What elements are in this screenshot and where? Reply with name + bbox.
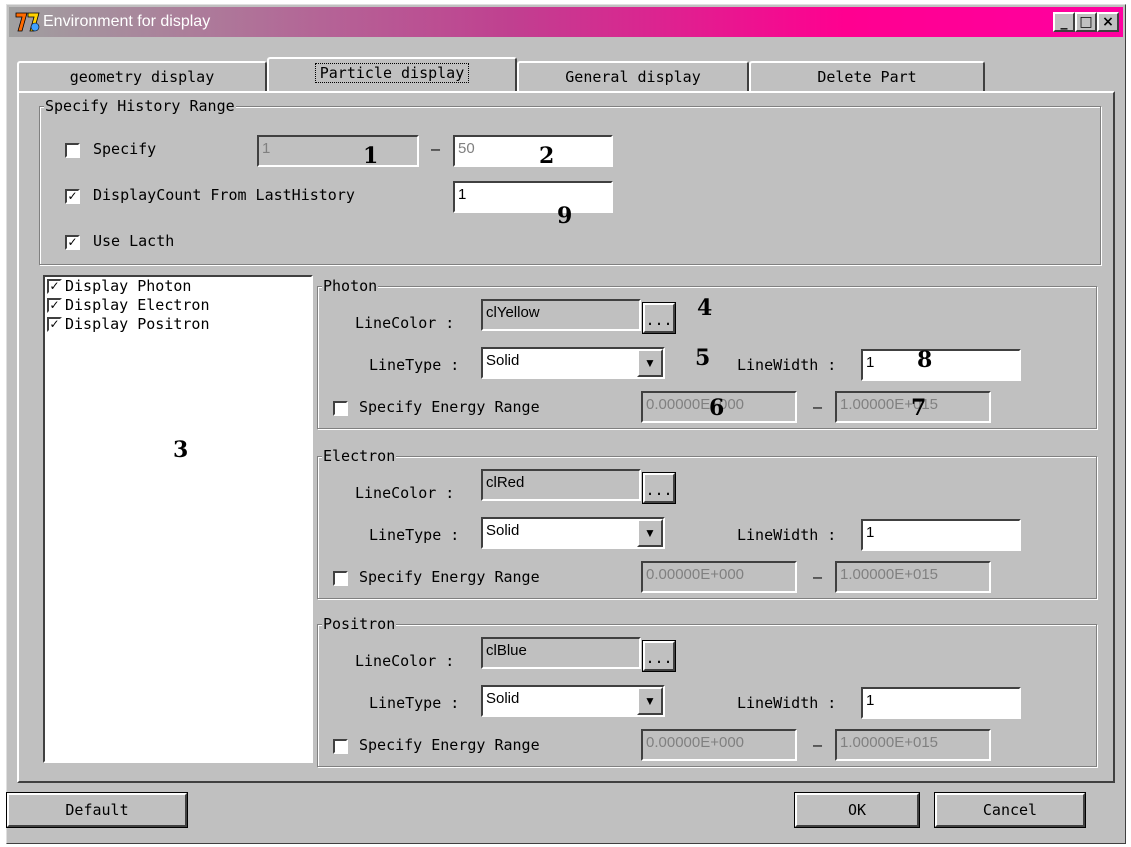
history-from-input[interactable]: 1	[257, 135, 419, 167]
display-count-input[interactable]: 1	[453, 181, 613, 213]
positron-line-type-select[interactable]: Solid ▼	[481, 685, 665, 717]
tab-label: General display	[565, 68, 701, 86]
line-type-label: LineType :	[369, 356, 460, 374]
annotation-label: 8	[917, 347, 933, 373]
electron-line-width-input[interactable]: 1	[861, 519, 1021, 551]
annotation-label: 9	[557, 203, 573, 229]
use-latch-label: Use Lacth	[93, 232, 175, 250]
annotation-label: 4	[697, 295, 713, 321]
energy-range-label: Specify Energy Range	[359, 398, 540, 416]
photon-line-width-input[interactable]: 1	[861, 349, 1021, 381]
annotation-label: 1	[363, 143, 379, 169]
line-width-label: LineWidth :	[737, 526, 837, 544]
group-title: Photon	[322, 277, 379, 295]
list-item-positron[interactable]: ✓ Display Positron	[45, 315, 311, 334]
dialog-window: Environment for display _ □ × geometry d…	[6, 4, 1126, 844]
photon-color-field: clYellow	[481, 299, 641, 331]
select-value: Solid	[486, 690, 520, 707]
electron-list-checkbox[interactable]: ✓	[47, 298, 62, 313]
line-type-label: LineType :	[369, 526, 460, 544]
range-dash: –	[813, 398, 823, 416]
close-button[interactable]: ×	[1097, 12, 1119, 32]
select-value: Solid	[486, 352, 520, 369]
annotation-label: 7	[911, 395, 927, 421]
positron-energy-max-input[interactable]: 1.00000E+015	[835, 729, 991, 761]
electron-color-field: clRed	[481, 469, 641, 501]
tab-delete-part[interactable]: Delete Part	[749, 61, 985, 91]
line-type-label: LineType :	[369, 694, 460, 712]
display-count-checkbox[interactable]: ✓	[65, 189, 80, 204]
select-value: Solid	[486, 522, 520, 539]
particle-list[interactable]: ✓ Display Photon ✓ Display Electron ✓ Displ…	[43, 275, 313, 763]
range-dash: –	[813, 736, 823, 754]
chevron-down-icon[interactable]: ▼	[637, 519, 663, 547]
minimize-button[interactable]: _	[1053, 12, 1075, 32]
chevron-down-icon[interactable]: ▼	[637, 349, 663, 377]
display-count-label: DisplayCount From LastHistory	[93, 186, 355, 204]
specify-checkbox[interactable]	[65, 143, 80, 158]
tab-general-display[interactable]: General display	[517, 61, 749, 91]
annotation-label: 3	[173, 437, 189, 463]
cancel-button[interactable]: Cancel	[934, 792, 1086, 828]
line-color-label: LineColor :	[355, 314, 455, 332]
electron-energy-max-input[interactable]: 1.00000E+015	[835, 561, 991, 593]
energy-range-label: Specify Energy Range	[359, 568, 540, 586]
tab-label: Delete Part	[817, 68, 917, 86]
chevron-down-icon[interactable]: ▼	[637, 687, 663, 715]
energy-range-label: Specify Energy Range	[359, 736, 540, 754]
title-bar[interactable]: Environment for display _ □ ×	[9, 7, 1123, 37]
ok-button[interactable]: OK	[794, 792, 920, 828]
use-latch-checkbox[interactable]: ✓	[65, 235, 80, 250]
annotation-label: 6	[709, 395, 725, 421]
group-title: Specify History Range	[44, 97, 236, 115]
positron-color-field: clBlue	[481, 637, 641, 669]
group-title: Positron	[322, 615, 397, 633]
line-color-label: LineColor :	[355, 652, 455, 670]
tab-label: geometry display	[69, 68, 215, 86]
annotation-label: 2	[539, 143, 555, 169]
positron-list-checkbox[interactable]: ✓	[47, 317, 62, 332]
electron-line-type-select[interactable]: Solid ▼	[481, 517, 665, 549]
app-icon	[15, 12, 40, 32]
default-button[interactable]: Default	[6, 792, 188, 828]
list-item-electron[interactable]: ✓ Display Electron	[45, 296, 311, 315]
group-title: Electron	[322, 447, 397, 465]
tab-geometry-display[interactable]: geometry display	[17, 61, 267, 91]
line-color-label: LineColor :	[355, 484, 455, 502]
specify-label: Specify	[93, 140, 157, 158]
photon-color-picker-button[interactable]: ...	[642, 302, 676, 334]
electron-color-picker-button[interactable]: ...	[642, 472, 676, 504]
list-item-label: Display Photon	[65, 277, 192, 295]
electron-energy-range-checkbox[interactable]	[333, 571, 348, 586]
positron-color-picker-button[interactable]: ...	[642, 640, 676, 672]
positron-energy-min-input[interactable]: 0.00000E+000	[641, 729, 797, 761]
range-dash: –	[431, 140, 441, 158]
tab-label: Particle display	[314, 63, 470, 83]
history-to-input[interactable]: 50	[453, 135, 613, 167]
annotation-label: 5	[695, 345, 711, 371]
list-item-label: Display Electron	[65, 296, 210, 314]
tab-particle-display[interactable]: Particle display	[267, 57, 517, 91]
range-dash: –	[813, 568, 823, 586]
photon-list-checkbox[interactable]: ✓	[47, 279, 62, 294]
maximize-button[interactable]: □	[1075, 12, 1097, 32]
photon-energy-range-checkbox[interactable]	[333, 401, 348, 416]
list-item-label: Display Positron	[65, 315, 210, 333]
positron-energy-range-checkbox[interactable]	[333, 739, 348, 754]
line-width-label: LineWidth :	[737, 694, 837, 712]
positron-line-width-input[interactable]: 1	[861, 687, 1021, 719]
photon-line-type-select[interactable]: Solid ▼	[481, 347, 665, 379]
line-width-label: LineWidth :	[737, 356, 837, 374]
list-item-photon[interactable]: ✓ Display Photon	[45, 277, 311, 296]
window-title: Environment for display	[43, 13, 211, 30]
electron-energy-min-input[interactable]: 0.00000E+000	[641, 561, 797, 593]
